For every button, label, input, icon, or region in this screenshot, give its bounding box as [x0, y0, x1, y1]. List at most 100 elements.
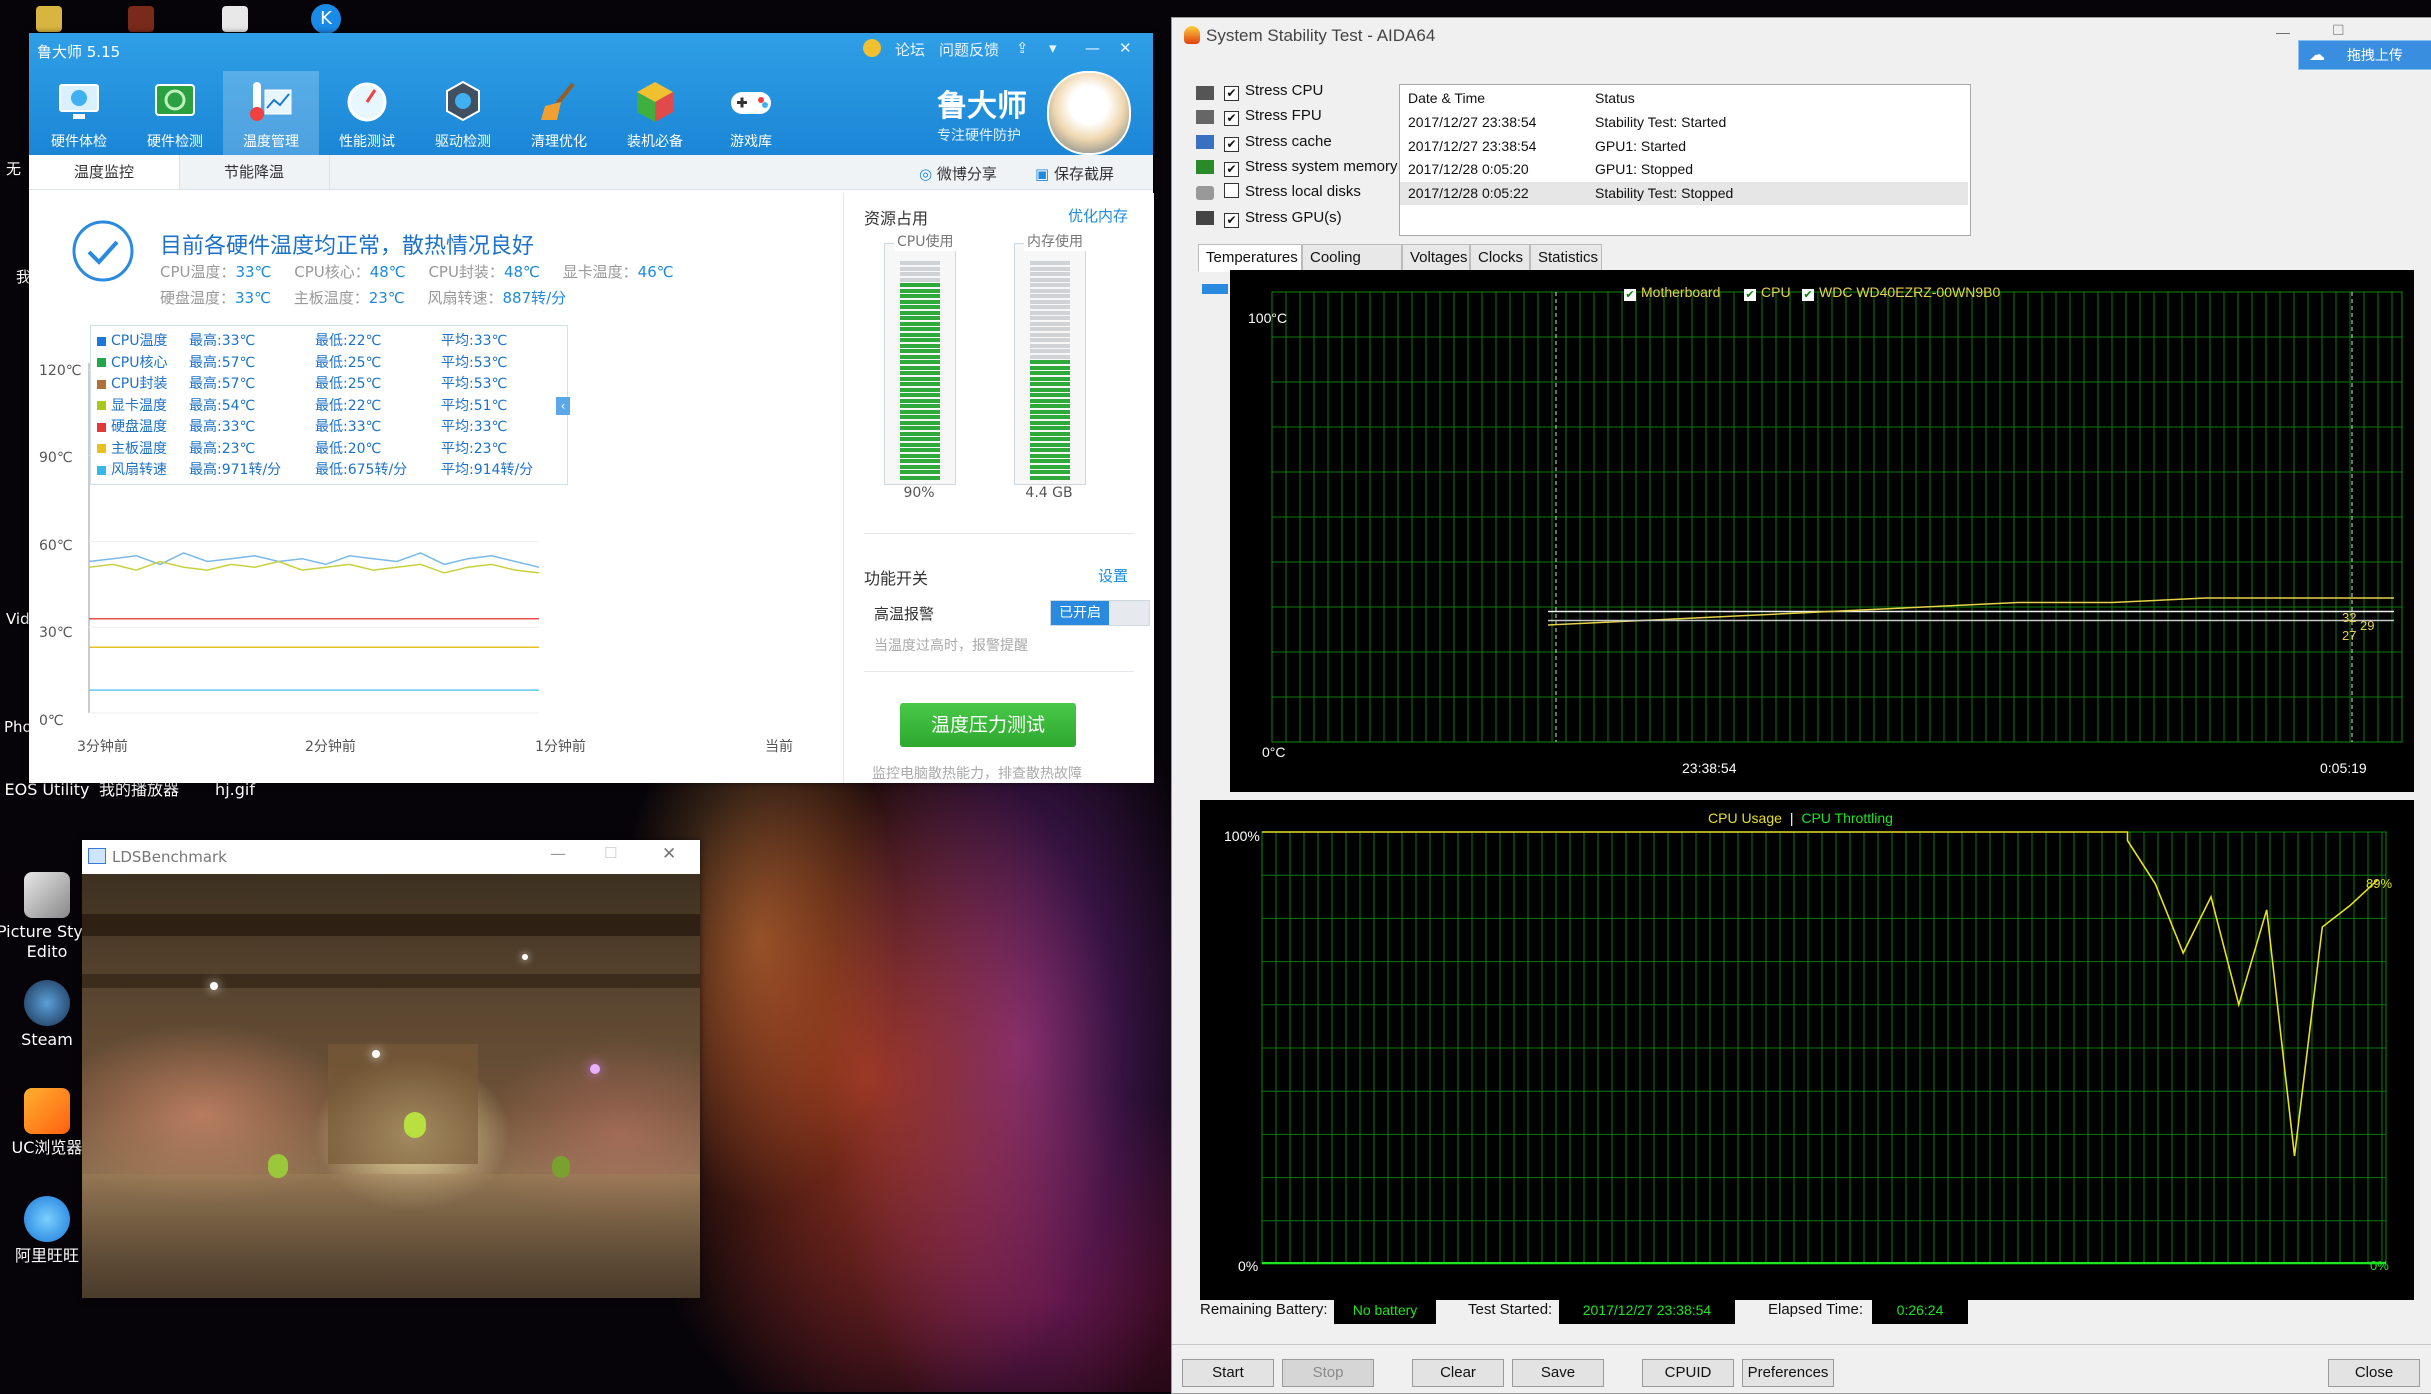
- collapse-legend-icon[interactable]: ‹: [556, 397, 570, 415]
- tab-temperatures[interactable]: Temperatures: [1198, 244, 1302, 272]
- cloud-upload-button[interactable]: ☁ 拖拽上传: [2298, 40, 2431, 70]
- legend-checkbox[interactable]: ✔: [1802, 289, 1814, 301]
- checkbox[interactable]: ✔: [1224, 111, 1239, 127]
- camera-icon: ◎: [919, 165, 937, 183]
- stress-option[interactable]: ✔ Stress cache: [1224, 133, 1332, 152]
- desktop-side-text: 无: [6, 160, 22, 178]
- picture-style-icon: [24, 872, 70, 918]
- tab-cooling-fans[interactable]: Cooling Fans: [1302, 244, 1402, 292]
- nav-performance[interactable]: 性能测试: [319, 71, 415, 155]
- check-ok-icon: [71, 219, 135, 283]
- settings-link[interactable]: 设置: [1098, 565, 1128, 586]
- log-date: 2017/12/27 23:38:54: [1408, 114, 1537, 130]
- desktop-icon-top-2[interactable]: [128, 6, 154, 32]
- nav-hardware-detect[interactable]: 硬件检测: [127, 71, 223, 155]
- benchmark-app-icon: [88, 848, 106, 864]
- tab-energy-saving[interactable]: 节能降温: [179, 155, 330, 189]
- nav-temperature[interactable]: 温度管理: [223, 71, 319, 155]
- tab-temperature-monitor[interactable]: 温度监控: [29, 155, 180, 189]
- legend-checkbox[interactable]: ✔: [1624, 289, 1636, 301]
- log-row[interactable]: 2017/12/28 0:05:20 GPU1: Stopped: [1400, 158, 1968, 181]
- nav-label: 游戏库: [730, 134, 772, 150]
- stress-option[interactable]: Stress local disks: [1224, 183, 1361, 200]
- gauge-segment: [900, 464, 940, 469]
- stress-test-button[interactable]: 温度压力测试: [900, 703, 1076, 747]
- nav-essentials[interactable]: 装机必备: [607, 71, 703, 155]
- event-log[interactable]: Date & Time Status 2017/12/27 23:38:54 St…: [1399, 84, 1971, 236]
- legend-checkbox[interactable]: ✔: [1744, 289, 1756, 301]
- save-screenshot-button[interactable]: ▣ 保存截屏: [1035, 163, 1114, 184]
- checkbox[interactable]: ✔: [1224, 86, 1239, 101]
- nav-games[interactable]: 游戏库: [703, 71, 799, 155]
- desktop-icon-top-4[interactable]: K: [311, 4, 341, 34]
- window-title: 鲁大师 5.15: [37, 43, 121, 61]
- log-row[interactable]: 2017/12/27 23:38:54 GPU1: Started: [1400, 135, 1968, 158]
- gauge-segment: [1030, 343, 1070, 348]
- desktop-icon-hj-gif[interactable]: hj.gif: [180, 780, 290, 800]
- maximize-icon[interactable]: ☐: [2332, 22, 2345, 39]
- checkbox[interactable]: ✔: [1224, 161, 1239, 177]
- close-icon[interactable]: ✕: [1119, 39, 1132, 57]
- log-row[interactable]: 2017/12/27 23:38:54 Stability Test: Start…: [1400, 111, 1968, 134]
- close-icon[interactable]: ✕: [662, 844, 676, 864]
- nav-hardware-checkup[interactable]: 硬件体检: [31, 71, 127, 155]
- log-row[interactable]: 2017/12/28 0:05:22 Stability Test: Stoppe…: [1400, 181, 1968, 205]
- tab-statistics[interactable]: Statistics: [1530, 244, 1602, 272]
- log-header-status: Status: [1595, 90, 1635, 106]
- gauge-segment: [900, 299, 940, 304]
- feedback-link[interactable]: 问题反馈: [939, 39, 999, 60]
- stop-button[interactable]: Stop: [1282, 1359, 1374, 1387]
- nav-cleanup[interactable]: 清理优化: [511, 71, 607, 155]
- nav-driver[interactable]: 驱动检测: [415, 71, 511, 155]
- elapsed-time-label: Elapsed Time:: [1768, 1301, 1864, 1318]
- gauge-segment: [900, 277, 940, 282]
- minimize-icon[interactable]: —: [550, 844, 566, 863]
- legend-row: 风扇转速 最高:971转/分 最低:675转/分 平均:914转/分: [97, 459, 557, 481]
- optimize-memory-link[interactable]: 优化内存: [1068, 205, 1128, 226]
- menu-icon[interactable]: ▾: [1049, 39, 1057, 57]
- clear-button[interactable]: Clear: [1412, 1359, 1504, 1387]
- checkbox[interactable]: ✔: [1224, 212, 1239, 228]
- upload-icon[interactable]: ⇪: [1016, 39, 1029, 57]
- desktop-icon-player[interactable]: 我的播放器: [84, 780, 194, 800]
- y-tick-label: 30℃: [39, 625, 73, 641]
- checkbox[interactable]: ✔: [1224, 136, 1239, 152]
- alarm-toggle[interactable]: 已开启: [1050, 600, 1150, 626]
- gauge-segment: [1030, 431, 1070, 436]
- graph-scroll-indicator[interactable]: [1202, 284, 1228, 294]
- forum-link[interactable]: 论坛: [895, 39, 925, 60]
- stress-option[interactable]: ✔ Stress GPU(s): [1224, 209, 1342, 228]
- legend-max: 最高:54℃: [189, 397, 256, 414]
- stat-label: 硬盘温度：: [160, 289, 236, 307]
- checkbox[interactable]: [1224, 183, 1239, 199]
- minimize-icon[interactable]: —: [1085, 39, 1100, 57]
- gauge-segment: [900, 393, 940, 397]
- desktop-icon-top-1[interactable]: [36, 6, 62, 32]
- medal-icon[interactable]: [863, 39, 881, 57]
- avatar[interactable]: [1047, 71, 1131, 155]
- legend-disk[interactable]: ✔ WDC WD40EZRZ-00WN9B0: [1802, 284, 2000, 301]
- legend-min: 最低:25℃: [315, 376, 382, 392]
- desktop-icon-top-3[interactable]: [222, 6, 248, 32]
- maximize-icon[interactable]: ☐: [604, 844, 617, 862]
- stress-option[interactable]: ✔ Stress system memory: [1224, 158, 1398, 177]
- save-button[interactable]: Save: [1512, 1359, 1604, 1387]
- legend-separator: |: [1789, 810, 1794, 826]
- weibo-share-button[interactable]: ◎ 微博分享: [919, 163, 997, 184]
- minimize-icon[interactable]: —: [2276, 24, 2290, 40]
- tab-clocks[interactable]: Clocks: [1470, 244, 1530, 272]
- legend-max: 最高:57℃: [189, 354, 256, 371]
- preferences-button[interactable]: Preferences: [1742, 1359, 1834, 1387]
- cpuid-button[interactable]: CPUID: [1642, 1359, 1734, 1387]
- tab-voltages[interactable]: Voltages: [1402, 244, 1470, 272]
- start-button[interactable]: Start: [1182, 1359, 1274, 1387]
- legend-motherboard[interactable]: ✔ Motherboard: [1624, 284, 1720, 301]
- legend-row: CPU封装 最高:57℃ 最低:25℃ 平均:53℃: [97, 373, 557, 395]
- gauge-segment: [900, 453, 940, 458]
- y-tick-label: 90℃: [39, 450, 73, 466]
- stress-option[interactable]: ✔ Stress CPU: [1224, 82, 1323, 101]
- stress-option[interactable]: ✔ Stress FPU: [1224, 107, 1322, 127]
- close-button[interactable]: Close: [2328, 1359, 2420, 1387]
- legend-max: 最高:57℃: [189, 376, 256, 392]
- legend-cpu[interactable]: ✔ CPU: [1744, 284, 1791, 301]
